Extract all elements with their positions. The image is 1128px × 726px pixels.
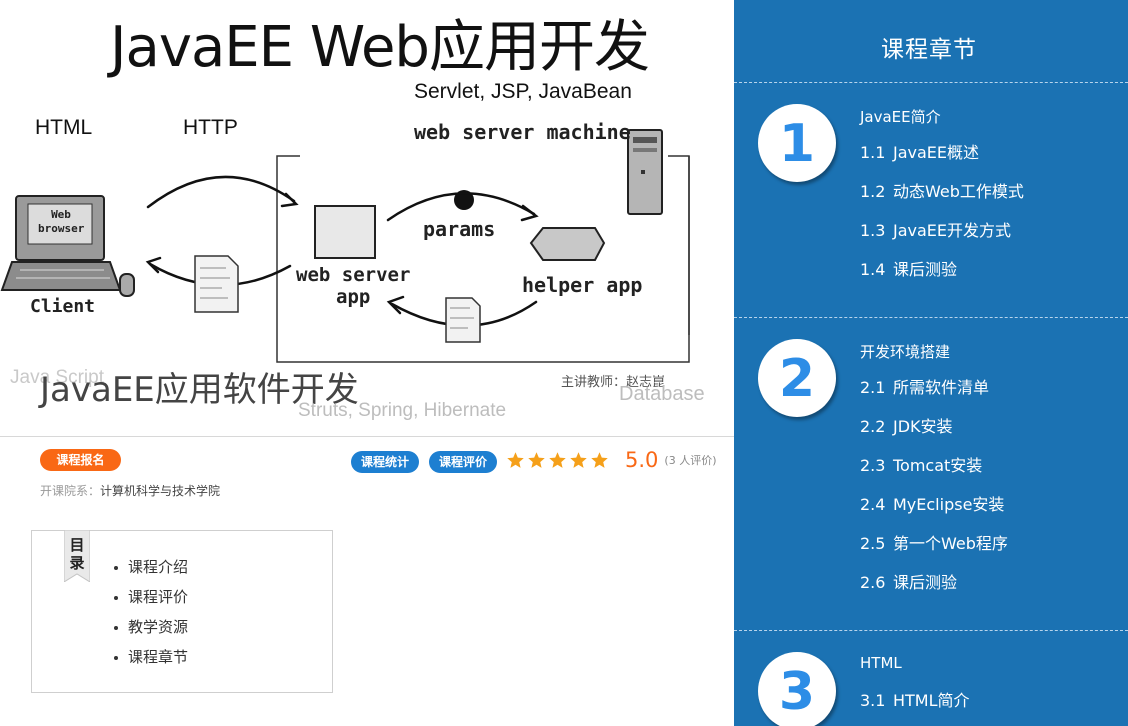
params-label: params xyxy=(423,217,496,241)
section-link[interactable]: 1.4 课后测验 xyxy=(860,256,957,280)
toc-item[interactable]: 教学资源 xyxy=(112,616,188,646)
web-server-app-box xyxy=(314,205,376,259)
section-link[interactable]: 2.4 MyEclipse安装 xyxy=(860,491,1004,515)
browser-label: Web browser xyxy=(38,208,84,236)
section-label: Tomcat安装 xyxy=(893,456,983,475)
bullet-icon xyxy=(114,626,118,630)
section-label: 第一个Web程序 xyxy=(893,534,1008,553)
chapter-title[interactable]: HTML xyxy=(860,654,902,672)
star-icon xyxy=(528,452,545,468)
http-label: HTTP xyxy=(183,116,238,139)
section-link[interactable]: 2.1 所需软件清单 xyxy=(860,374,989,398)
servlet-label: Servlet, JSP, JavaBean xyxy=(414,80,632,103)
section-label: MyEclipse安装 xyxy=(893,495,1005,514)
star-icon xyxy=(549,452,566,468)
bullet-icon xyxy=(114,566,118,570)
toc-tag: 目录 xyxy=(63,529,91,586)
helper-app-label: helper app xyxy=(522,273,643,297)
response-document-icon xyxy=(445,297,481,343)
toc-item-label: 课程介绍 xyxy=(128,558,189,576)
section-label: 课后测验 xyxy=(893,260,958,279)
course-stats-button[interactable]: 课程统计 xyxy=(351,451,419,473)
section-number: 2.5 xyxy=(860,534,886,553)
rating-score-value: 5.0 xyxy=(625,448,659,472)
web-server-app-line2: app xyxy=(336,286,371,308)
chapter-number-badge: 2 xyxy=(758,339,836,417)
browser-line1: Web xyxy=(51,208,71,221)
section-label: HTML简介 xyxy=(893,691,970,710)
chapter-divider xyxy=(734,317,1128,318)
chapter-divider xyxy=(734,82,1128,83)
toc-item[interactable]: 课程章节 xyxy=(112,646,188,676)
chapters-panel: 课程章节 1 JavaEE简介 1.1 JavaEE概述 1.2 动态Web工作模式 1.3… xyxy=(734,0,1128,726)
bullet-icon xyxy=(114,596,118,600)
rating-stars xyxy=(506,451,609,473)
section-label: 所需软件清单 xyxy=(893,378,990,397)
toc-item-label: 教学资源 xyxy=(128,618,189,636)
html-label: HTML xyxy=(35,116,93,139)
star-icon xyxy=(570,452,587,468)
toc-item-label: 课程章节 xyxy=(128,648,189,666)
chapter-title[interactable]: 开发环境搭建 xyxy=(860,341,950,362)
section-link[interactable]: 1.1 JavaEE概述 xyxy=(860,139,979,163)
section-link[interactable]: 2.3 Tomcat安装 xyxy=(860,452,982,476)
section-number: 2.4 xyxy=(860,495,886,514)
banner-title: JavaEE Web应用开发 xyxy=(110,15,650,80)
section-link[interactable]: 3.1 HTML简介 xyxy=(860,687,970,711)
web-server-app-label: web server app xyxy=(296,264,410,308)
section-number: 2.3 xyxy=(860,456,886,475)
toc-item[interactable]: 课程评价 xyxy=(112,586,188,616)
server-tower-icon xyxy=(627,129,663,215)
section-link[interactable]: 1.2 动态Web工作模式 xyxy=(860,178,1024,202)
section-number: 2.2 xyxy=(860,417,886,436)
toc-tag-label: 目录 xyxy=(69,536,85,572)
section-number: 1.4 xyxy=(860,260,886,279)
department: 开课院系：计算机科学与技术学院 xyxy=(40,482,220,499)
section-label: JavaEE概述 xyxy=(893,143,980,162)
star-icon xyxy=(507,452,524,468)
database-label: Database xyxy=(619,383,705,405)
course-review-button[interactable]: 课程评价 xyxy=(429,451,497,473)
section-label: 动态Web工作模式 xyxy=(893,182,1024,201)
section-label: JDK安装 xyxy=(893,417,953,436)
course-banner: JavaEE Web应用开发 Servlet, JSP, JavaBean HT… xyxy=(0,0,734,437)
struts-label: Struts, Spring, Hibernate xyxy=(298,400,507,421)
toc-item-label: 课程评价 xyxy=(128,588,189,606)
section-number: 2.1 xyxy=(860,378,886,397)
browser-line2: browser xyxy=(38,222,85,235)
department-value: 计算机科学与技术学院 xyxy=(100,484,221,498)
web-server-app-line1: web server xyxy=(296,264,411,286)
web-server-machine-label: web server machine xyxy=(414,120,631,144)
star-icon xyxy=(591,452,608,468)
chapter-divider xyxy=(734,630,1128,631)
chapter-number-badge: 1 xyxy=(758,104,836,182)
chapter-number-badge: 3 xyxy=(758,652,836,726)
chapter-title[interactable]: JavaEE简介 xyxy=(860,106,941,127)
section-link[interactable]: 1.3 JavaEE开发方式 xyxy=(860,217,1011,241)
toc-list: 课程介绍课程评价教学资源课程章节 xyxy=(112,556,188,676)
html-document-icon xyxy=(194,255,239,313)
section-number: 1.2 xyxy=(860,182,886,201)
section-number: 1.3 xyxy=(860,221,886,240)
enroll-button[interactable]: 课程报名 xyxy=(40,449,121,471)
section-number: 3.1 xyxy=(860,691,886,710)
department-key: 开课院系： xyxy=(40,484,101,498)
rating-count: (3 人评价) xyxy=(664,454,717,467)
section-number: 2.6 xyxy=(860,573,886,592)
helper-app-shape xyxy=(529,227,606,261)
rating-score: 5.0 (3 人评价) xyxy=(625,448,716,472)
table-of-contents: 目录 课程介绍课程评价教学资源课程章节 xyxy=(31,529,333,693)
section-label: JavaEE开发方式 xyxy=(893,221,1012,240)
section-link[interactable]: 2.6 课后测验 xyxy=(860,569,957,593)
bullet-icon xyxy=(114,656,118,660)
toc-item[interactable]: 课程介绍 xyxy=(112,556,188,586)
client-label: Client xyxy=(30,296,96,317)
section-label: 课后测验 xyxy=(893,573,958,592)
section-number: 1.1 xyxy=(860,143,886,162)
section-link[interactable]: 2.2 JDK安装 xyxy=(860,413,953,437)
section-link[interactable]: 2.5 第一个Web程序 xyxy=(860,530,1008,554)
chapters-panel-title: 课程章节 xyxy=(881,37,977,63)
